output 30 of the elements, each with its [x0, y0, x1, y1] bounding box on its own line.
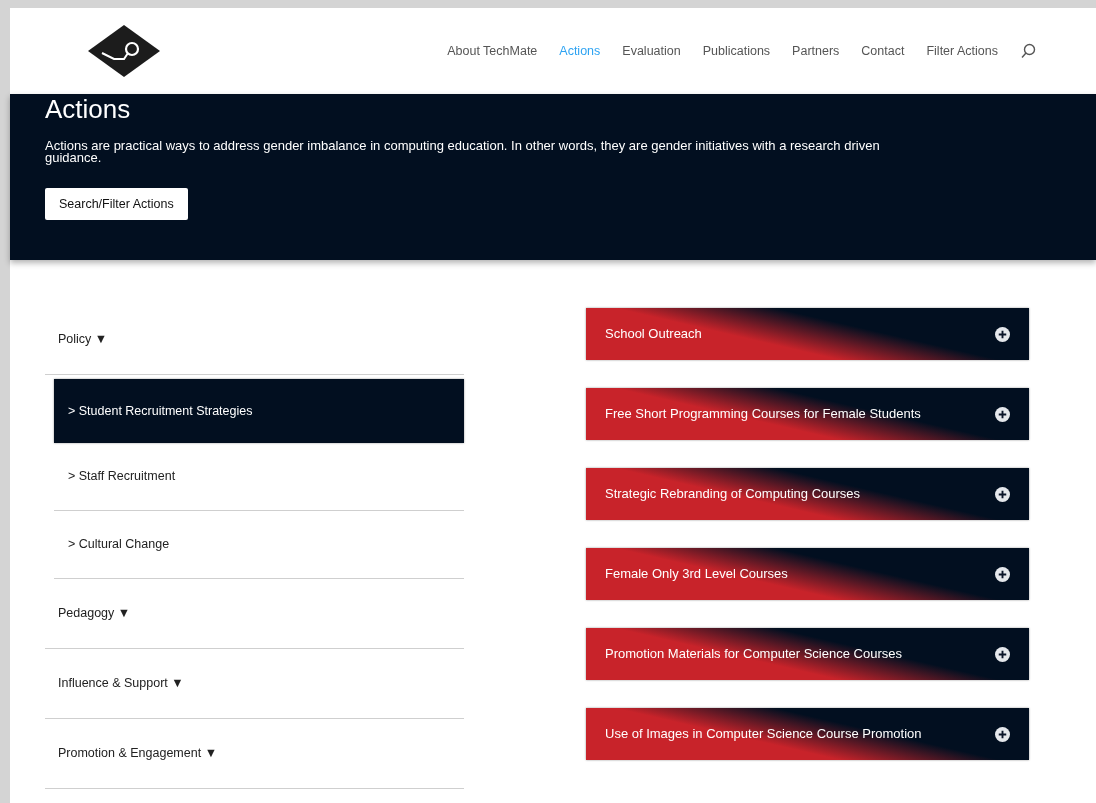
action-accordion[interactable]: Strategic Rebranding of Computing Courses	[586, 468, 1029, 520]
plus-circle-icon	[995, 566, 1010, 582]
plus-circle-icon	[995, 726, 1010, 742]
plus-circle-icon	[995, 406, 1010, 422]
logo[interactable]	[88, 25, 160, 77]
category-label[interactable]: Influence & Support ▼	[45, 674, 184, 693]
nav-link[interactable]: Contact	[861, 41, 905, 61]
category-label[interactable]: Pedagogy ▼	[45, 604, 131, 623]
category-label[interactable]: Promotion & Engagement ▼	[45, 744, 217, 763]
action-accordion[interactable]: School Outreach	[586, 308, 1029, 360]
plus-circle-icon	[995, 646, 1010, 662]
action-accordion[interactable]: Use of Images in Computer Science Course Promotion	[586, 708, 1029, 760]
search-icon[interactable]	[1020, 43, 1036, 59]
nav-link[interactable]: Evaluation	[622, 41, 681, 61]
subcategory-item[interactable]: > Student Recruitment Strategies	[54, 379, 464, 443]
subcategory-item[interactable]: > Cultural Change	[54, 511, 464, 579]
subcategory-item[interactable]: > Staff Recruitment	[54, 443, 464, 511]
action-accordion[interactable]: Free Short Programming Courses for Female Students	[586, 388, 1029, 440]
nav-link[interactable]: Filter Actions	[926, 41, 998, 61]
page-title: Actions	[45, 94, 132, 124]
category-label[interactable]: Policy ▼	[45, 330, 108, 349]
search-filter-button[interactable]: Search/Filter Actions	[45, 188, 188, 220]
action-accordion[interactable]: Female Only 3rd Level Courses	[586, 548, 1029, 600]
nav-link[interactable]: Publications	[702, 41, 771, 61]
action-accordion[interactable]: Promotion Materials for Computer Science Courses	[586, 628, 1029, 680]
page-description: Actions are practical ways to address gender imbalance in computing education. In other words, they are gender initiatives with a research driven guidance.	[45, 140, 881, 164]
plus-circle-icon	[995, 486, 1010, 502]
plus-circle-icon	[995, 326, 1010, 342]
nav-link[interactable]: Partners	[792, 41, 840, 61]
nav-link[interactable]: About TechMate	[447, 41, 538, 61]
